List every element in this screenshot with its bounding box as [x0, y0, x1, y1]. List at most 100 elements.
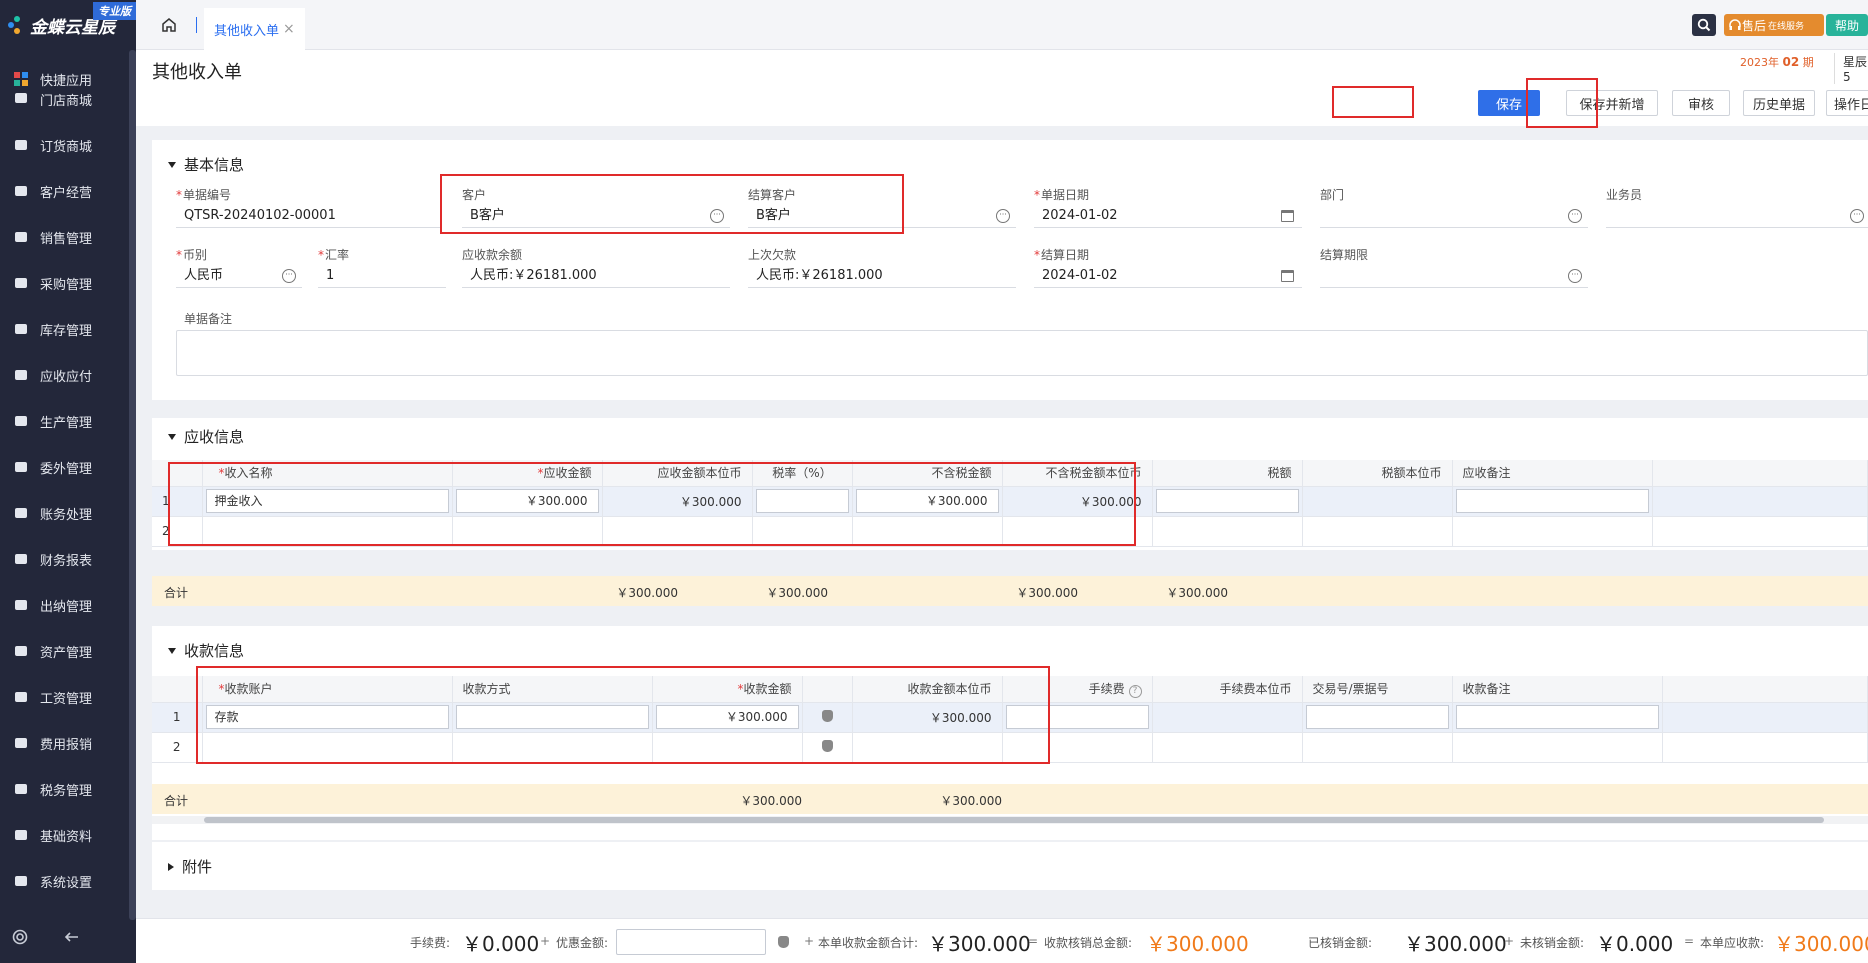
save-and-new-button[interactable]: 保存并新增 [1566, 90, 1658, 116]
accounting-period[interactable]: 2023年 02 期 [1740, 54, 1814, 70]
settle-customer-input[interactable]: B客户 ··· [748, 204, 1016, 228]
recv-remark-input[interactable] [1455, 489, 1649, 513]
coll-remark-input[interactable] [1455, 705, 1659, 729]
sidebar-item-3[interactable]: 客户经营 [0, 168, 136, 214]
method-input[interactable] [455, 705, 649, 729]
col-fee[interactable]: 手续费 ? [1002, 676, 1153, 703]
tab-close-icon[interactable]: × [283, 21, 295, 37]
recv-amount-cell[interactable] [452, 516, 603, 547]
money-bag-icon[interactable] [778, 936, 789, 948]
fee-input[interactable] [1005, 705, 1149, 729]
trade-no-cell[interactable] [1302, 732, 1453, 763]
col-recv-amount[interactable]: *应收金额 [452, 460, 603, 487]
method-cell[interactable] [452, 732, 653, 763]
receivable-header[interactable]: 应收信息 [168, 426, 244, 447]
sidebar-item-12[interactable]: 出纳管理 [0, 582, 136, 628]
tab-other-income[interactable]: 其他收入单 × [204, 8, 305, 50]
col-net-amount[interactable]: 不含税金额 [852, 460, 1003, 487]
col-net-amount-base[interactable]: 不含税金额本位币 [1002, 460, 1153, 487]
net-amount-cell[interactable] [852, 516, 1003, 547]
home-icon[interactable] [160, 16, 178, 34]
basic-info-header[interactable]: 基本信息 [168, 154, 244, 175]
col-method[interactable]: 收款方式 [452, 676, 653, 703]
coll-amount-input[interactable]: ￥300.000 [655, 705, 799, 729]
col-tax[interactable]: 税额 [1152, 460, 1303, 487]
sidebar-item-17[interactable]: 基础资料 [0, 812, 136, 858]
more-options-icon[interactable]: ··· [282, 269, 296, 283]
save-button[interactable]: 保存 [1478, 90, 1540, 116]
coll-amount-cell[interactable] [652, 732, 803, 763]
recv-remark-cell[interactable] [1452, 516, 1653, 547]
sidebar-item-5[interactable]: 采购管理 [0, 260, 136, 306]
sidebar-item-11[interactable]: 财务报表 [0, 536, 136, 582]
customer-input[interactable]: B客户 ··· [462, 204, 730, 228]
more-options-icon[interactable]: ··· [710, 209, 724, 223]
col-tax-base[interactable]: 税额本位币 [1302, 460, 1453, 487]
sidebar-item-13[interactable]: 资产管理 [0, 628, 136, 674]
operation-log-button[interactable]: 操作日 [1826, 90, 1868, 116]
sidebar-item-18[interactable]: 系统设置 [0, 858, 136, 904]
sidebar-scrollbar[interactable] [129, 50, 136, 920]
currency-input[interactable]: 人民币 ··· [176, 264, 302, 288]
sidebar-item-2[interactable]: 订货商城 [0, 122, 136, 168]
more-options-icon[interactable]: ··· [1850, 209, 1864, 223]
sidebar-item-7[interactable]: 应收应付 [0, 352, 136, 398]
col-coll-remark[interactable]: 收款备注 [1452, 676, 1663, 703]
col-fee-base[interactable]: 手续费本位币 [1152, 676, 1303, 703]
col-coll-amount-base[interactable]: 收款金额本位币 [852, 676, 1003, 703]
sidebar-item-4[interactable]: 销售管理 [0, 214, 136, 260]
more-options-icon[interactable]: ··· [1568, 269, 1582, 283]
col-recv-amount-base[interactable]: 应收金额本位币 [602, 460, 753, 487]
money-bag-icon[interactable] [821, 709, 833, 722]
history-bills-button[interactable]: 历史单据 [1743, 90, 1815, 116]
audit-button[interactable]: 审核 [1672, 90, 1730, 116]
remark-input[interactable] [176, 330, 1868, 376]
tax-rate-input[interactable] [755, 489, 849, 513]
dept-input[interactable]: ··· [1320, 204, 1588, 228]
tax-input[interactable] [1155, 489, 1299, 513]
income-name-cell[interactable] [202, 516, 453, 547]
more-options-icon[interactable]: ··· [996, 209, 1010, 223]
sidebar-item-14[interactable]: 工资管理 [0, 674, 136, 720]
col-account[interactable]: *收款账户 [202, 676, 453, 703]
sidebar-item-16[interactable]: 税务管理 [0, 766, 136, 812]
account-input[interactable]: 存款 [205, 705, 449, 729]
collapse-arrow-icon[interactable] [64, 929, 80, 948]
settings-icon[interactable] [12, 929, 28, 948]
net-amount-input[interactable]: ￥300.000 [855, 489, 999, 513]
income-name-input[interactable]: 押金收入 [205, 489, 449, 513]
help-circle-icon[interactable]: ? [1128, 684, 1142, 698]
salesman-input[interactable]: ··· [1606, 204, 1868, 228]
search-button[interactable] [1692, 14, 1716, 36]
settle-term-input[interactable]: ··· [1320, 264, 1588, 288]
calendar-icon[interactable] [1281, 270, 1294, 282]
col-coll-amount[interactable]: *收款金额 [652, 676, 803, 703]
coll-remark-cell[interactable] [1452, 732, 1663, 763]
bill-date-input[interactable]: 2024-01-02 [1034, 204, 1302, 228]
bill-no-input[interactable]: QTSR-20240102-00001 [176, 204, 440, 228]
table-row[interactable]: 1 存款 ￥300.000 ￥300.000 [152, 702, 1868, 733]
sidebar-item-15[interactable]: 费用报销 [0, 720, 136, 766]
more-options-icon[interactable]: ··· [1568, 209, 1582, 223]
collection-horizontal-scrollbar[interactable] [152, 816, 1868, 824]
tax-rate-cell[interactable] [752, 516, 853, 547]
sidebar-item-9[interactable]: 委外管理 [0, 444, 136, 490]
trade-no-input[interactable] [1305, 705, 1449, 729]
tax-cell[interactable] [1152, 516, 1303, 547]
settle-date-input[interactable]: 2024-01-02 [1034, 264, 1302, 288]
attachment-header[interactable]: 附件 [168, 856, 212, 877]
money-bag-icon[interactable] [821, 739, 833, 752]
discount-input[interactable] [616, 929, 766, 955]
organization-name[interactable]: 星辰5 [1834, 53, 1868, 84]
account-cell[interactable] [202, 732, 453, 763]
col-income-name[interactable]: *收入名称 [202, 460, 453, 487]
sidebar-item-0[interactable]: 快捷应用 [0, 68, 136, 90]
scrollbar-thumb[interactable] [204, 817, 1824, 823]
logo[interactable]: 金蝶云星辰 专业版 [0, 0, 136, 50]
col-recv-remark[interactable]: 应收备注 [1452, 460, 1653, 487]
fee-cell[interactable] [1002, 732, 1153, 763]
table-row[interactable]: 2 [152, 732, 1868, 763]
sidebar-item-1[interactable]: 门店商城 [0, 90, 136, 122]
after-sales-service-button[interactable]: 售后 在线服务 [1724, 14, 1824, 36]
rate-input[interactable]: 1 [318, 264, 446, 288]
